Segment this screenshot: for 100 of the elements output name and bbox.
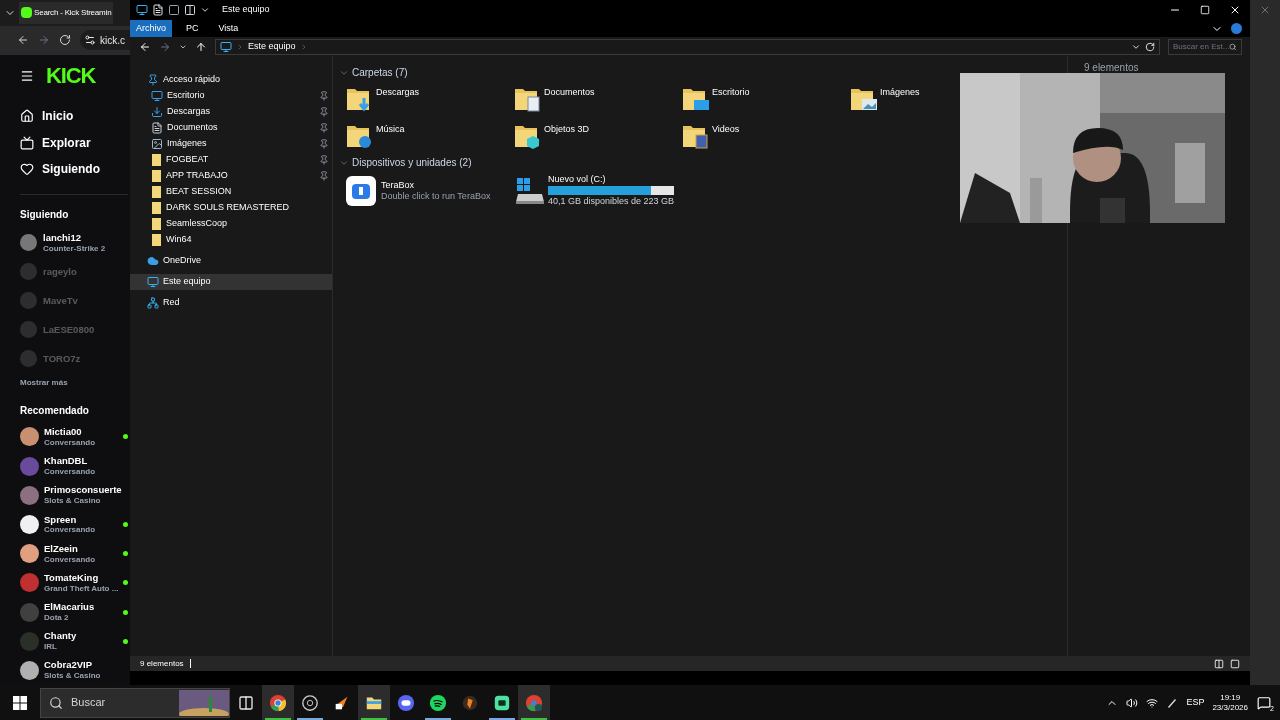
home-icon [20, 109, 34, 124]
group-heading[interactable]: Dispositivos y unidades (2) [352, 155, 472, 170]
avatar [20, 292, 37, 310]
picture-icon [151, 138, 163, 150]
device-item[interactable]: TeraBox Double click to run TeraBox [339, 174, 507, 208]
folder-item[interactable]: Imágenes [843, 84, 924, 114]
taskbar-app[interactable] [358, 685, 390, 720]
status-text: 9 elementos [140, 657, 184, 670]
star-icon [147, 74, 159, 86]
kick-logo[interactable]: KICK [46, 64, 96, 87]
search-field[interactable]: Buscar en Est... [1168, 38, 1242, 55]
channel-name: MaveTv [43, 294, 78, 307]
channel-item[interactable]: KhanDBL Conversando [20, 451, 128, 481]
folder-item[interactable]: Objetos 3D [507, 121, 594, 151]
channel-item[interactable]: lanchi12 Counter-Strike 2 [20, 228, 128, 258]
device-item[interactable]: Nuevo vol (C:) 40,1 GB disponibles de 223 GB [507, 174, 675, 208]
language-indicator[interactable]: ESP [1186, 695, 1205, 710]
pen-icon[interactable] [1166, 696, 1179, 709]
taskbar-app[interactable] [518, 685, 550, 720]
channel-name: Primosconsuerte [44, 484, 123, 497]
channel-item[interactable]: TomateKing Grand Theft Auto ... [20, 568, 128, 598]
nav-item[interactable]: Red [130, 295, 332, 311]
back-icon[interactable] [139, 40, 151, 53]
app-icon [346, 175, 376, 206]
tv-icon [20, 135, 34, 150]
nav-item[interactable]: Win64 [130, 232, 332, 248]
folder-item[interactable]: Documentos [507, 84, 599, 114]
nav-item[interactable]: Acceso rápido [130, 72, 332, 88]
volume-icon[interactable] [1126, 696, 1139, 709]
nav-link[interactable]: Explorar [20, 129, 128, 156]
taskbar-app[interactable] [262, 685, 294, 720]
computer-icon [220, 40, 232, 53]
channel-name: TomateKing [44, 571, 100, 584]
channel-item[interactable]: Chanty IRL [20, 626, 128, 656]
network-icon[interactable] [1146, 696, 1159, 709]
messenger-icon [493, 693, 511, 712]
clock[interactable]: 19:19 23/3/2026 [1212, 692, 1248, 713]
reload-icon[interactable] [59, 34, 71, 47]
kick-logo-icon [21, 7, 32, 19]
nav-item[interactable]: SeamlessCoop [130, 216, 332, 232]
channel-name: LaESE0800 [43, 323, 95, 336]
address-field[interactable]: kick.c [80, 30, 130, 51]
nav-item[interactable]: Escritorio [130, 88, 332, 104]
channel-name: lanchi12 [43, 231, 83, 244]
tiles-view-icon[interactable] [1230, 658, 1240, 669]
details-count: 9 elementos [1084, 62, 1139, 73]
help-icon[interactable] [1231, 23, 1242, 34]
channel-item[interactable]: ElMacarius Dota 2 [20, 597, 128, 627]
nav-item[interactable]: APP TRABAJO [130, 168, 332, 184]
group-heading[interactable]: Carpetas (7) [352, 65, 408, 80]
channel-item[interactable]: Mictia00 Conversando [20, 422, 128, 452]
nav-item[interactable]: BEAT SESSION [130, 184, 332, 200]
nav-link[interactable]: Siguiendo [20, 155, 128, 183]
show-more-link[interactable]: Mostrar más [20, 377, 128, 390]
nav-link[interactable]: Inicio [20, 102, 128, 130]
ribbon-tab[interactable]: Vista [212, 20, 245, 37]
menu-icon[interactable] [20, 68, 34, 83]
section-heading: Siguiendo [20, 208, 70, 223]
back-icon[interactable] [17, 34, 29, 47]
document-icon [151, 122, 163, 134]
folder-item[interactable]: Escritorio [675, 84, 754, 114]
maximize-icon [1200, 5, 1210, 15]
channel-category: Dota 2 [44, 612, 70, 623]
view-icon[interactable] [184, 4, 196, 16]
refresh-icon[interactable] [1145, 41, 1155, 52]
channel-item[interactable]: Spreen Conversando [20, 509, 128, 540]
chat-app-icon [397, 693, 415, 712]
customize-icon[interactable] [200, 5, 210, 15]
channel-name: Chanty [44, 630, 78, 643]
folder-item[interactable]: Música [339, 121, 409, 151]
channel-item[interactable]: ElZeein Conversando [20, 539, 128, 569]
nav-item[interactable]: Documentos [130, 120, 332, 136]
channel-item[interactable]: Primosconsuerte Slots & Casino [20, 480, 128, 510]
properties-icon[interactable] [152, 4, 164, 16]
folder-item[interactable]: Videos [675, 121, 744, 151]
folder-item[interactable]: Descargas [339, 84, 424, 114]
channel-name: TORO7z [43, 352, 81, 365]
close-icon [1229, 4, 1241, 16]
nav-item[interactable]: OneDrive [130, 253, 332, 269]
site-settings-icon [84, 34, 96, 47]
ribbon-tab[interactable]: PC [180, 20, 205, 37]
details-view-icon[interactable] [1214, 658, 1224, 669]
nav-item[interactable]: FOGBEAT [130, 152, 332, 168]
nav-item[interactable]: Este equipo [130, 274, 332, 290]
nav-item[interactable]: Imágenes [130, 136, 332, 152]
address-bar[interactable]: Este equipo [215, 38, 1160, 55]
browser-tab[interactable]: Search - Kick Streamin [19, 2, 114, 24]
breadcrumb[interactable]: Este equipo [248, 39, 296, 54]
music-app-icon [429, 693, 447, 712]
task-view-icon[interactable] [238, 694, 254, 711]
channel-item[interactable]: Cobra2VIP Slots & Casino [20, 655, 128, 685]
close-icon[interactable] [1259, 4, 1271, 16]
search-icon [1229, 41, 1237, 52]
drive-icon [515, 175, 545, 206]
nav-item[interactable]: Descargas [130, 104, 332, 120]
up-icon[interactable] [195, 40, 207, 53]
avatar [20, 263, 37, 281]
nav-item[interactable]: DARK SOULS REMASTERED [130, 200, 332, 216]
taskbar-search-field[interactable]: Buscar [40, 687, 230, 718]
ribbon-tab[interactable]: Archivo [130, 20, 172, 37]
